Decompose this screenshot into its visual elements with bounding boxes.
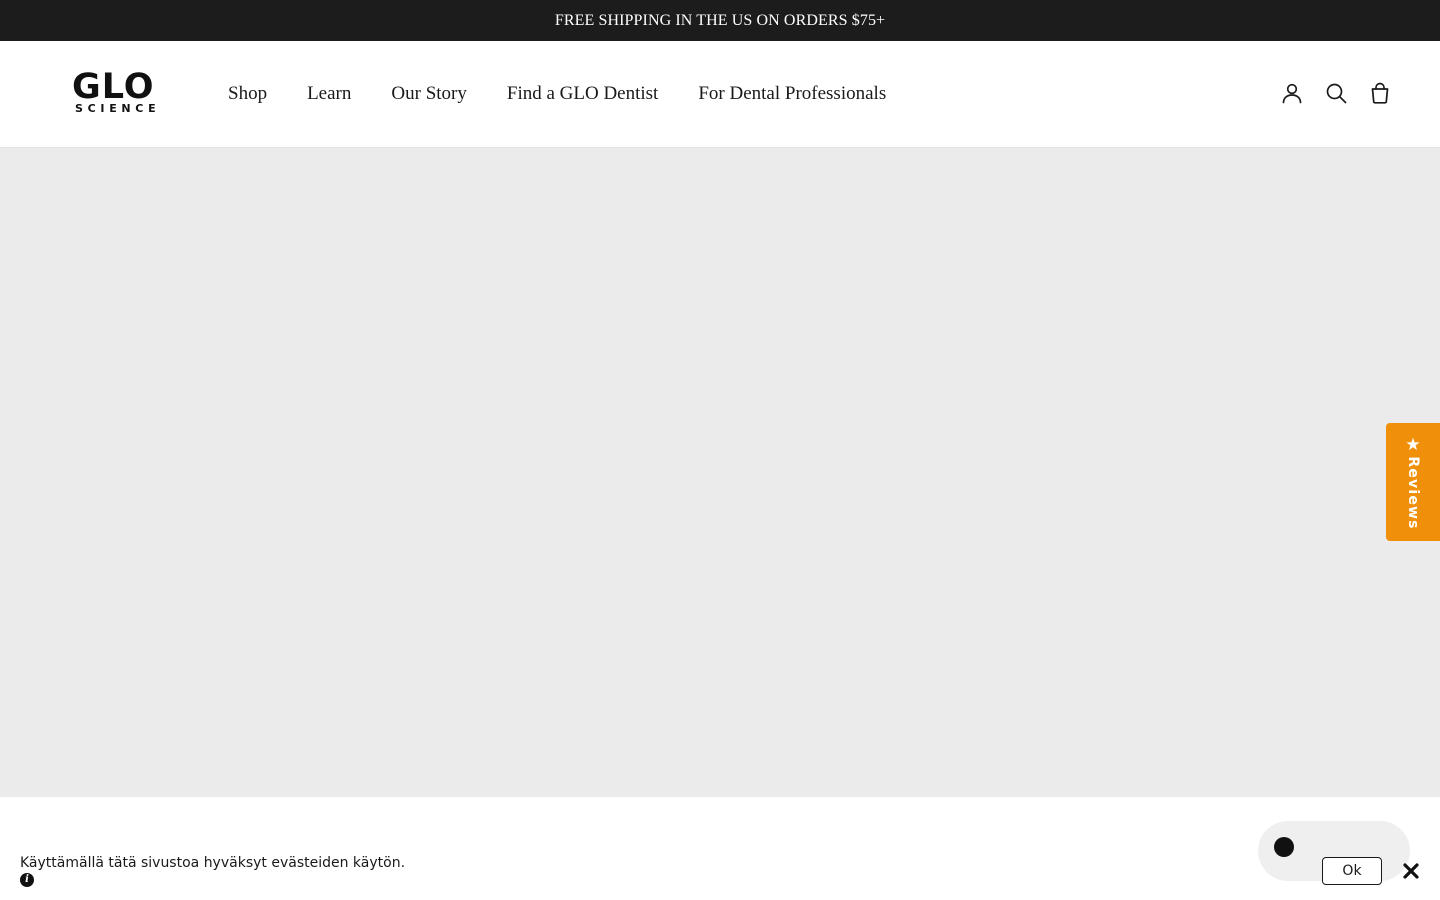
cookie-text: Käyttämällä tätä sivustoa hyväksyt eväst… [20,855,406,871]
reviews-tab[interactable]: ★ Reviews [1386,423,1440,541]
cookie-banner: Käyttämällä tätä sivustoa hyväksyt eväst… [0,797,1440,900]
main-nav: Shop Learn Our Story Find a GLO Dentist … [228,82,886,106]
hero-banner [0,148,1440,797]
star-icon: ★ [1405,435,1421,455]
cookie-ok-button[interactable]: Ok [1322,857,1382,885]
nav-item-our-story[interactable]: Our Story [391,82,466,106]
nav-item-find-dentist[interactable]: Find a GLO Dentist [507,82,658,106]
info-icon[interactable]: i [20,873,34,887]
logo-sub-text: SCIENCE [75,102,161,115]
logo[interactable]: GLO SCIENCE [72,67,164,117]
logo-main-text: GLO [72,67,155,107]
site-header: GLO SCIENCE Shop Learn Our Story Find a … [0,41,1440,148]
reviews-tab-label: Reviews [1405,456,1421,530]
chat-icon [1274,837,1294,857]
account-icon[interactable] [1280,81,1304,105]
nav-item-shop[interactable]: Shop [228,82,267,106]
search-icon[interactable] [1324,81,1348,105]
header-icons [1280,81,1392,105]
cart-icon[interactable] [1368,81,1392,105]
close-icon[interactable] [1401,861,1421,881]
nav-item-learn[interactable]: Learn [307,82,351,106]
nav-item-dental-professionals[interactable]: For Dental Professionals [698,82,886,106]
announcement-text: FREE SHIPPING IN THE US ON ORDERS $75+ [554,11,886,29]
announcement-bar: FREE SHIPPING IN THE US ON ORDERS $75+ [0,0,1440,41]
